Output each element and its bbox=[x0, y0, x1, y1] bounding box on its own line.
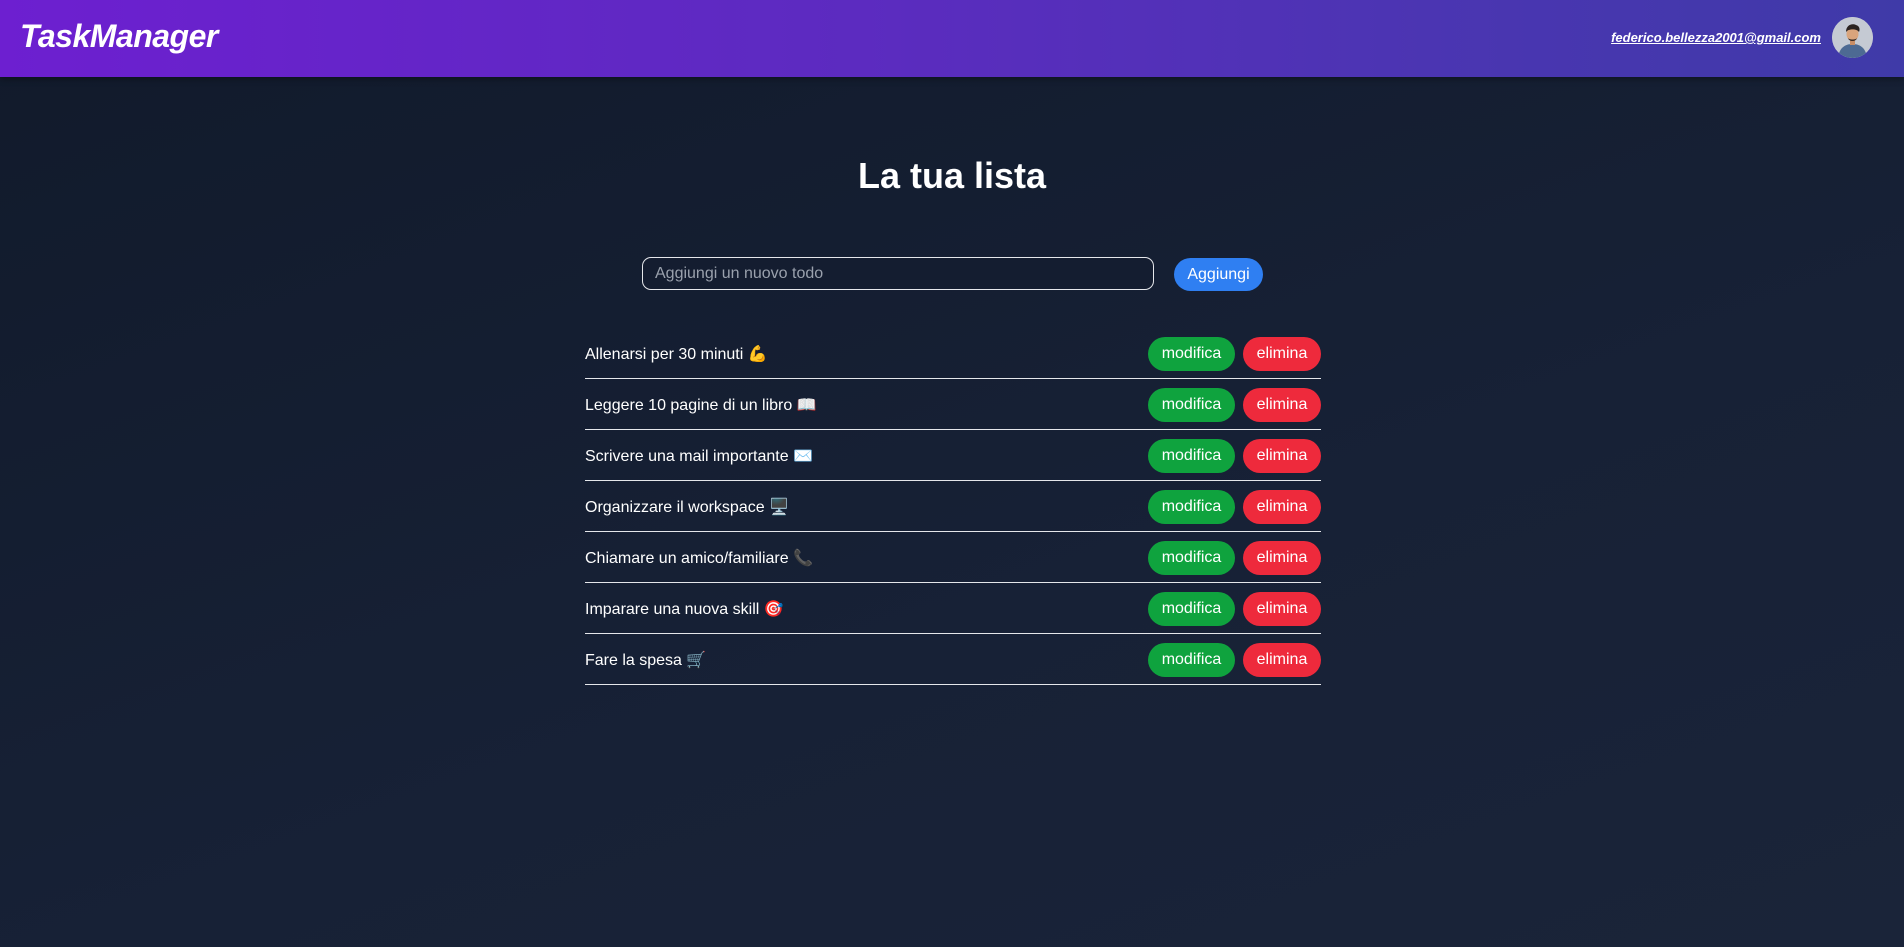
todo-actions: modifica elimina bbox=[1148, 490, 1321, 524]
delete-button[interactable]: elimina bbox=[1243, 592, 1321, 626]
todo-text: Organizzare il workspace 🖥️ bbox=[585, 499, 789, 516]
todo-item: Allenarsi per 30 minuti 💪 modifica elimi… bbox=[585, 328, 1321, 379]
edit-button[interactable]: modifica bbox=[1148, 439, 1235, 473]
brand-logo[interactable]: TaskManager bbox=[20, 18, 218, 55]
todo-text: Imparare una nuova skill 🎯 bbox=[585, 601, 784, 618]
todo-actions: modifica elimina bbox=[1148, 643, 1321, 677]
todo-list: Allenarsi per 30 minuti 💪 modifica elimi… bbox=[585, 328, 1321, 685]
todo-actions: modifica elimina bbox=[1148, 439, 1321, 473]
todo-text: Scrivere una mail importante ✉️ bbox=[585, 448, 814, 465]
delete-button[interactable]: elimina bbox=[1243, 439, 1321, 473]
page-title: La tua lista bbox=[857, 155, 1047, 196]
edit-button[interactable]: modifica bbox=[1148, 592, 1235, 626]
delete-button[interactable]: elimina bbox=[1243, 643, 1321, 677]
delete-button[interactable]: elimina bbox=[1243, 490, 1321, 524]
todo-item: Fare la spesa 🛒 modifica elimina bbox=[585, 634, 1321, 685]
add-todo-button[interactable]: Aggiungi bbox=[1174, 258, 1263, 291]
todo-actions: modifica elimina bbox=[1148, 541, 1321, 575]
todo-item: Scrivere una mail importante ✉️ modifica… bbox=[585, 430, 1321, 481]
user-email-link[interactable]: federico.bellezza2001@gmail.com bbox=[1611, 30, 1821, 45]
avatar-illustration bbox=[1832, 17, 1873, 58]
delete-button[interactable]: elimina bbox=[1243, 388, 1321, 422]
navbar: TaskManager federico.bellezza2001@gmail.… bbox=[0, 0, 1904, 77]
todo-text: Fare la spesa 🛒 bbox=[585, 652, 707, 669]
delete-button[interactable]: elimina bbox=[1243, 541, 1321, 575]
todo-text: Leggere 10 pagine di un libro 📖 bbox=[585, 397, 817, 414]
todo-text: Chiamare un amico/familiare 📞 bbox=[585, 550, 813, 567]
edit-button[interactable]: modifica bbox=[1148, 337, 1235, 371]
new-todo-input[interactable] bbox=[642, 257, 1154, 290]
edit-button[interactable]: modifica bbox=[1148, 643, 1235, 677]
todo-item: Imparare una nuova skill 🎯 modifica elim… bbox=[585, 583, 1321, 634]
edit-button[interactable]: modifica bbox=[1148, 388, 1235, 422]
todo-actions: modifica elimina bbox=[1148, 592, 1321, 626]
todo-item: Leggere 10 pagine di un libro 📖 modifica… bbox=[585, 379, 1321, 430]
edit-button[interactable]: modifica bbox=[1148, 490, 1235, 524]
edit-button[interactable]: modifica bbox=[1148, 541, 1235, 575]
todo-text: Allenarsi per 30 minuti 💪 bbox=[585, 346, 768, 363]
delete-button[interactable]: elimina bbox=[1243, 337, 1321, 371]
todo-item: Organizzare il workspace 🖥️ modifica eli… bbox=[585, 481, 1321, 532]
todo-actions: modifica elimina bbox=[1148, 337, 1321, 371]
todo-item: Chiamare un amico/familiare 📞 modifica e… bbox=[585, 532, 1321, 583]
user-avatar-icon[interactable] bbox=[1832, 17, 1873, 58]
todo-actions: modifica elimina bbox=[1148, 388, 1321, 422]
